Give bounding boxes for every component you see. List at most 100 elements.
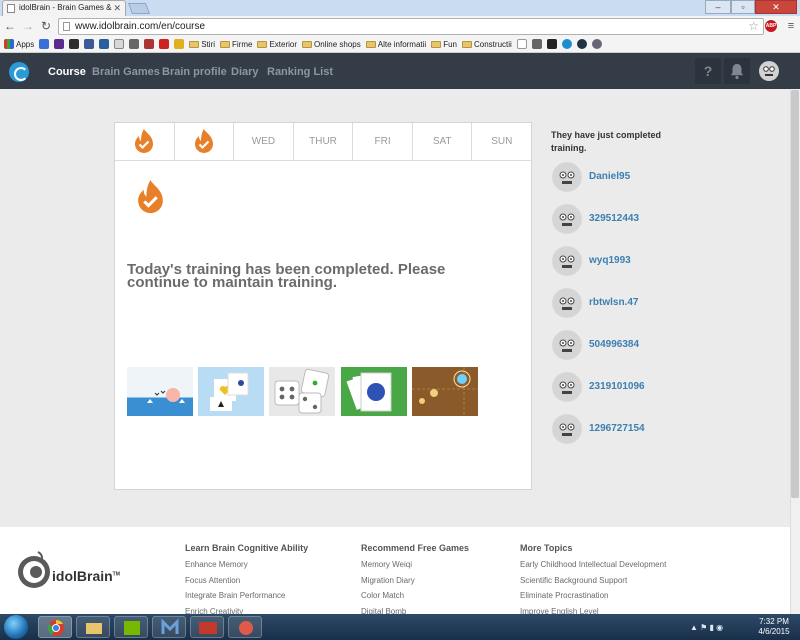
user-name-link[interactable]: 504996384 [589,330,639,360]
footer-link[interactable]: Scientific Background Support [520,576,627,585]
bookmark-folder-fun[interactable]: Fun [431,40,457,49]
site-icon[interactable] [561,39,572,49]
clock-date: 4/6/2015 [758,627,790,636]
linkedin-icon[interactable] [99,39,110,49]
footer-link[interactable]: Color Match [361,591,404,600]
taskbar-clock[interactable]: 7:32 PM 4/6/2015 [750,617,798,637]
user-row[interactable]: 1296727154 [552,414,712,446]
day-mon [115,123,175,160]
user-row[interactable]: rbtwlsn.47 [552,288,712,320]
user-row[interactable]: Daniel95 [552,162,712,194]
facebook-icon[interactable] [84,39,95,49]
reload-icon[interactable]: ↻ [39,18,53,34]
footer-link[interactable]: Eliminate Procrastination [520,591,608,600]
footer-link[interactable]: Enhance Memory [185,560,248,569]
back-icon[interactable]: ← [3,18,17,34]
site-icon[interactable] [174,39,185,49]
nav-course[interactable]: Course [48,62,86,82]
user-avatar-icon[interactable] [552,372,582,402]
nav-diary[interactable]: Diary [231,62,259,82]
imdb-icon[interactable] [129,39,140,49]
scrollbar-thumb[interactable] [791,90,799,498]
game-thumb-light-path[interactable] [412,367,478,416]
user-name-link[interactable]: 329512443 [589,204,639,234]
site-icon[interactable] [591,39,602,49]
user-name-link[interactable]: rbtwlsn.47 [589,288,638,318]
footer-link[interactable]: Migration Diary [361,576,415,585]
day-tue [175,123,235,160]
close-tab-icon[interactable]: ✕ [113,1,121,15]
site-icon[interactable] [69,39,80,49]
taskbar-app-button[interactable] [228,616,262,638]
game-thumb-circle-card[interactable] [341,367,407,416]
bookmark-folder-stiri[interactable]: Stiri [189,40,215,49]
bookmark-apps[interactable]: Apps [4,39,34,49]
big-flame-check-icon [138,180,163,214]
site-icon[interactable] [144,39,155,49]
bookmark-folder-online-shops[interactable]: Online shops [302,40,361,49]
new-tab-button[interactable] [127,3,151,14]
user-name-link[interactable]: 1296727154 [589,414,645,444]
user-avatar-icon[interactable] [552,414,582,444]
user-row[interactable]: 504996384 [552,330,712,362]
user-name-link[interactable]: 2319101096 [589,372,645,402]
notification-bell-icon[interactable] [724,58,750,84]
taskbar-chrome-button[interactable] [38,616,72,638]
user-avatar-icon[interactable] [552,330,582,360]
user-avatar-icon[interactable] [552,288,582,318]
site-icon[interactable] [114,39,125,49]
bookmark-folder-alte-informatii[interactable]: Alte informatii [365,40,426,49]
user-avatar-icon[interactable] [552,246,582,276]
taskbar-explorer-button[interactable] [76,616,110,638]
nav-ranking-list[interactable]: Ranking List [267,62,333,82]
adblock-icon[interactable]: ABP [765,20,777,32]
nav-brain-profile[interactable]: Brain profile [162,62,227,82]
forward-icon[interactable]: → [21,18,35,34]
start-button[interactable] [4,615,28,639]
taskbar-nvidia-button[interactable] [114,616,148,638]
site-icon[interactable] [531,39,542,49]
bookmark-folder-constructii[interactable]: Constructii [462,40,512,49]
footer-logo-icon [18,551,50,588]
bookmark-star-icon[interactable]: ☆ [748,19,759,34]
bookmark-folder-firme[interactable]: Firme [220,40,252,49]
idolbrain-logo-icon[interactable] [9,62,29,82]
folder-icon [365,40,376,48]
nav-brain-games[interactable]: Brain Games [92,62,160,82]
user-name-link[interactable]: Daniel95 [589,162,630,192]
yahoo-icon[interactable] [54,39,65,49]
footer-link[interactable]: Early Childhood Intellectual Development [520,560,666,569]
minimize-button[interactable]: – [705,0,731,14]
page-icon[interactable] [516,39,527,49]
footer-link[interactable]: Integrate Brain Performance [185,591,286,600]
menu-icon[interactable]: ≡ [785,18,797,34]
bookmark-folder-exterior[interactable]: Exterior [257,40,297,49]
site-icon[interactable] [546,39,557,49]
user-avatar-icon[interactable] [552,204,582,234]
user-avatar-icon[interactable] [758,60,780,82]
flame-check-icon [135,129,153,153]
game-thumb-seascape[interactable] [127,367,193,416]
browser-tab[interactable]: idolBrain - Brain Games & ✕ [2,0,126,16]
taskbar-app-button[interactable] [190,616,224,638]
bookmarks-bar: Apps Stiri Firme Exterior Online shops A… [0,36,800,53]
google-icon[interactable] [39,39,50,49]
footer-link[interactable]: Focus Attention [185,576,240,585]
site-icon[interactable] [576,39,587,49]
maximize-button[interactable]: ▫ [731,0,755,14]
user-row[interactable]: 2319101096 [552,372,712,404]
site-icon[interactable] [159,39,170,49]
taskbar-malwarebytes-button[interactable] [152,616,186,638]
address-bar[interactable]: www.idolbrain.com/en/course ☆ [58,18,764,35]
user-row[interactable]: wyq1993 [552,246,712,278]
game-thumb-dice[interactable] [269,367,335,416]
close-window-button[interactable]: ✕ [755,0,797,14]
footer-link[interactable]: Memory Weiqi [361,560,412,569]
day-sat: SAT [413,123,473,160]
user-avatar-icon[interactable] [552,162,582,192]
user-row[interactable]: 329512443 [552,204,712,236]
user-name-link[interactable]: wyq1993 [589,246,631,276]
tray-icons[interactable]: ▲ ⚑ ▮ ◉ [690,623,723,632]
help-icon[interactable]: ? [695,58,721,84]
game-thumb-cards[interactable] [198,367,264,416]
